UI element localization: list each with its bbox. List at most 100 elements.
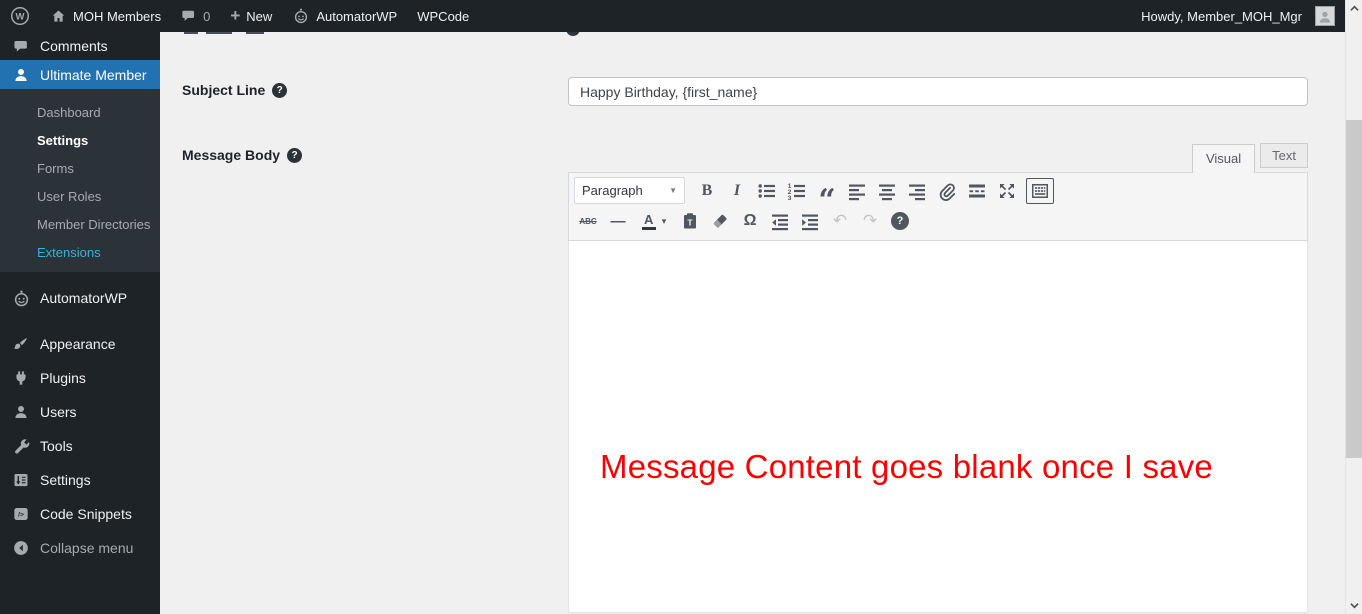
special-character-button[interactable]: Ω [736, 208, 764, 234]
format-select[interactable]: Paragraph ▼ [574, 177, 685, 204]
italic-button[interactable]: I [723, 178, 751, 204]
wpcode-menu[interactable]: WPCode [407, 0, 479, 32]
svg-text:3: 3 [788, 195, 792, 201]
scrollbar-thumb[interactable] [1346, 120, 1362, 458]
help-icon: ? [891, 212, 909, 230]
sidebar-item-appearance[interactable]: Appearance [0, 327, 160, 361]
comments-icon [11, 38, 31, 55]
account-menu[interactable]: Howdy, Member_MOH_Mgr [1131, 0, 1345, 32]
paste-as-text-icon: T [684, 213, 696, 229]
editor-help-button[interactable]: ? [886, 208, 914, 234]
comment-bubble-icon [182, 10, 195, 21]
automatorwp-label: AutomatorWP [316, 8, 398, 24]
sidebar-item-code-snippets[interactable]: /> Code Snippets [0, 497, 160, 531]
sidebar-item-label: Collapse menu [40, 540, 134, 556]
indent-icon [802, 214, 818, 231]
tab-text[interactable]: Text [1260, 143, 1308, 168]
chevron-down-icon: ▾ [661, 215, 667, 226]
fullscreen-button[interactable] [993, 178, 1021, 204]
strikethrough-icon: ABC [579, 216, 597, 226]
sidebar-item-comments[interactable]: Comments [0, 32, 160, 60]
sidebar-item-label: Users [40, 404, 77, 420]
admin-bar-right: Howdy, Member_MOH_Mgr [1131, 0, 1345, 32]
sidebar-item-settings[interactable]: Settings [0, 463, 160, 497]
page-scrollbar[interactable] [1345, 0, 1362, 614]
horizontal-rule-button[interactable]: — [604, 208, 632, 234]
sidebar-item-settings-current[interactable]: Settings [0, 126, 160, 154]
svg-text:/>: /> [18, 512, 24, 519]
sidebar-item-label: Tools [40, 438, 73, 454]
sidebar-item-ultimate-member[interactable]: Ultimate Member [0, 60, 160, 89]
robot-icon [11, 289, 31, 308]
sidebar-item-label: Forms [37, 160, 74, 176]
wp-admin-bar: W MOH Members 0 + New AutomatorWP WPCode… [0, 0, 1345, 32]
read-more-button[interactable] [963, 178, 991, 204]
clipped-text-remnant [184, 32, 198, 34]
sidebar-item-label: Member Directories [37, 216, 151, 232]
toolbar-toggle-button[interactable] [1026, 177, 1054, 204]
sidebar-item-forms[interactable]: Forms [0, 154, 160, 182]
align-left-button[interactable] [843, 178, 871, 204]
sidebar-item-dashboard[interactable]: Dashboard [0, 98, 160, 126]
subject-line-label: Subject Line [182, 82, 266, 98]
align-right-button[interactable] [903, 178, 931, 204]
editor-content-area[interactable]: Message Content goes blank once I save [568, 241, 1308, 613]
sidebar-item-users[interactable]: Users [0, 395, 160, 429]
wordpress-logo-menu[interactable]: W [0, 0, 40, 32]
subject-line-input[interactable] [568, 77, 1308, 106]
help-icon[interactable]: ? [287, 147, 303, 163]
numbered-list-button[interactable]: 123 [783, 178, 811, 204]
tab-visual[interactable]: Visual [1191, 144, 1256, 173]
sidebar-item-label: Settings [40, 472, 91, 488]
blockquote-button[interactable]: “ [813, 178, 841, 215]
automatorwp-menu[interactable]: AutomatorWP [282, 0, 407, 32]
bullet-list-icon [758, 183, 775, 198]
clear-formatting-button[interactable] [706, 208, 734, 234]
scroll-down-arrow[interactable] [1346, 597, 1362, 614]
home-icon [52, 10, 65, 22]
strikethrough-button[interactable]: ABC [574, 208, 602, 234]
sidebar-item-plugins[interactable]: Plugins [0, 361, 160, 395]
align-center-icon [879, 184, 895, 200]
message-body-editor: Visual Text Paragraph ▼ B I 123 “ ABC — … [568, 143, 1308, 614]
scroll-up-arrow[interactable] [1346, 0, 1362, 17]
site-name-menu[interactable]: MOH Members [40, 0, 171, 32]
sidebar-item-member-directories[interactable]: Member Directories [0, 210, 160, 238]
sidebar-item-tools[interactable]: Tools [0, 429, 160, 463]
bold-button[interactable]: B [693, 178, 721, 204]
collapse-menu-button[interactable]: Collapse menu [0, 531, 160, 565]
sidebar-item-extensions[interactable]: Extensions [0, 238, 160, 266]
help-icon[interactable]: ? [272, 82, 288, 98]
ultimate-member-submenu: Dashboard Settings Forms User Roles Memb… [0, 89, 160, 272]
sliders-icon [11, 471, 31, 489]
outdent-button[interactable] [766, 208, 794, 234]
omega-icon: Ω [743, 212, 757, 229]
wordpress-logo-icon: W [10, 6, 30, 26]
menu-separator [0, 314, 160, 327]
annotation-text: Message Content goes blank once I save [600, 448, 1213, 485]
sidebar-item-automatorwp[interactable]: AutomatorWP [0, 282, 160, 314]
bullet-list-button[interactable] [753, 178, 781, 204]
svg-text:T: T [687, 217, 693, 227]
toolbar-toggle-icon [1032, 183, 1048, 198]
sidebar-item-label: AutomatorWP [40, 290, 128, 306]
site-name: MOH Members [73, 8, 162, 24]
clipped-text-remnant [246, 32, 264, 34]
toolbar-row-1: Paragraph ▼ B I 123 “ [569, 173, 1307, 215]
admin-bar-left: W MOH Members 0 + New AutomatorWP WPCode [0, 0, 479, 32]
insert-link-button[interactable] [933, 178, 961, 204]
format-select-value: Paragraph [582, 183, 643, 198]
comments-bubble-menu[interactable]: 0 [171, 0, 220, 32]
svg-text:W: W [16, 12, 25, 23]
align-center-button[interactable] [873, 178, 901, 204]
numbered-list-icon: 123 [788, 183, 805, 201]
new-content-menu[interactable]: + New [220, 0, 282, 32]
redo-button[interactable]: ↷ [856, 208, 884, 234]
italic-icon: I [733, 181, 741, 199]
paste-as-text-button[interactable]: T [676, 208, 704, 234]
clipped-help-icon [566, 32, 580, 36]
sidebar-item-user-roles[interactable]: User Roles [0, 182, 160, 210]
text-color-button[interactable]: A ▾ [634, 208, 674, 234]
fullscreen-icon [1000, 183, 1014, 198]
plus-icon: + [230, 5, 241, 25]
